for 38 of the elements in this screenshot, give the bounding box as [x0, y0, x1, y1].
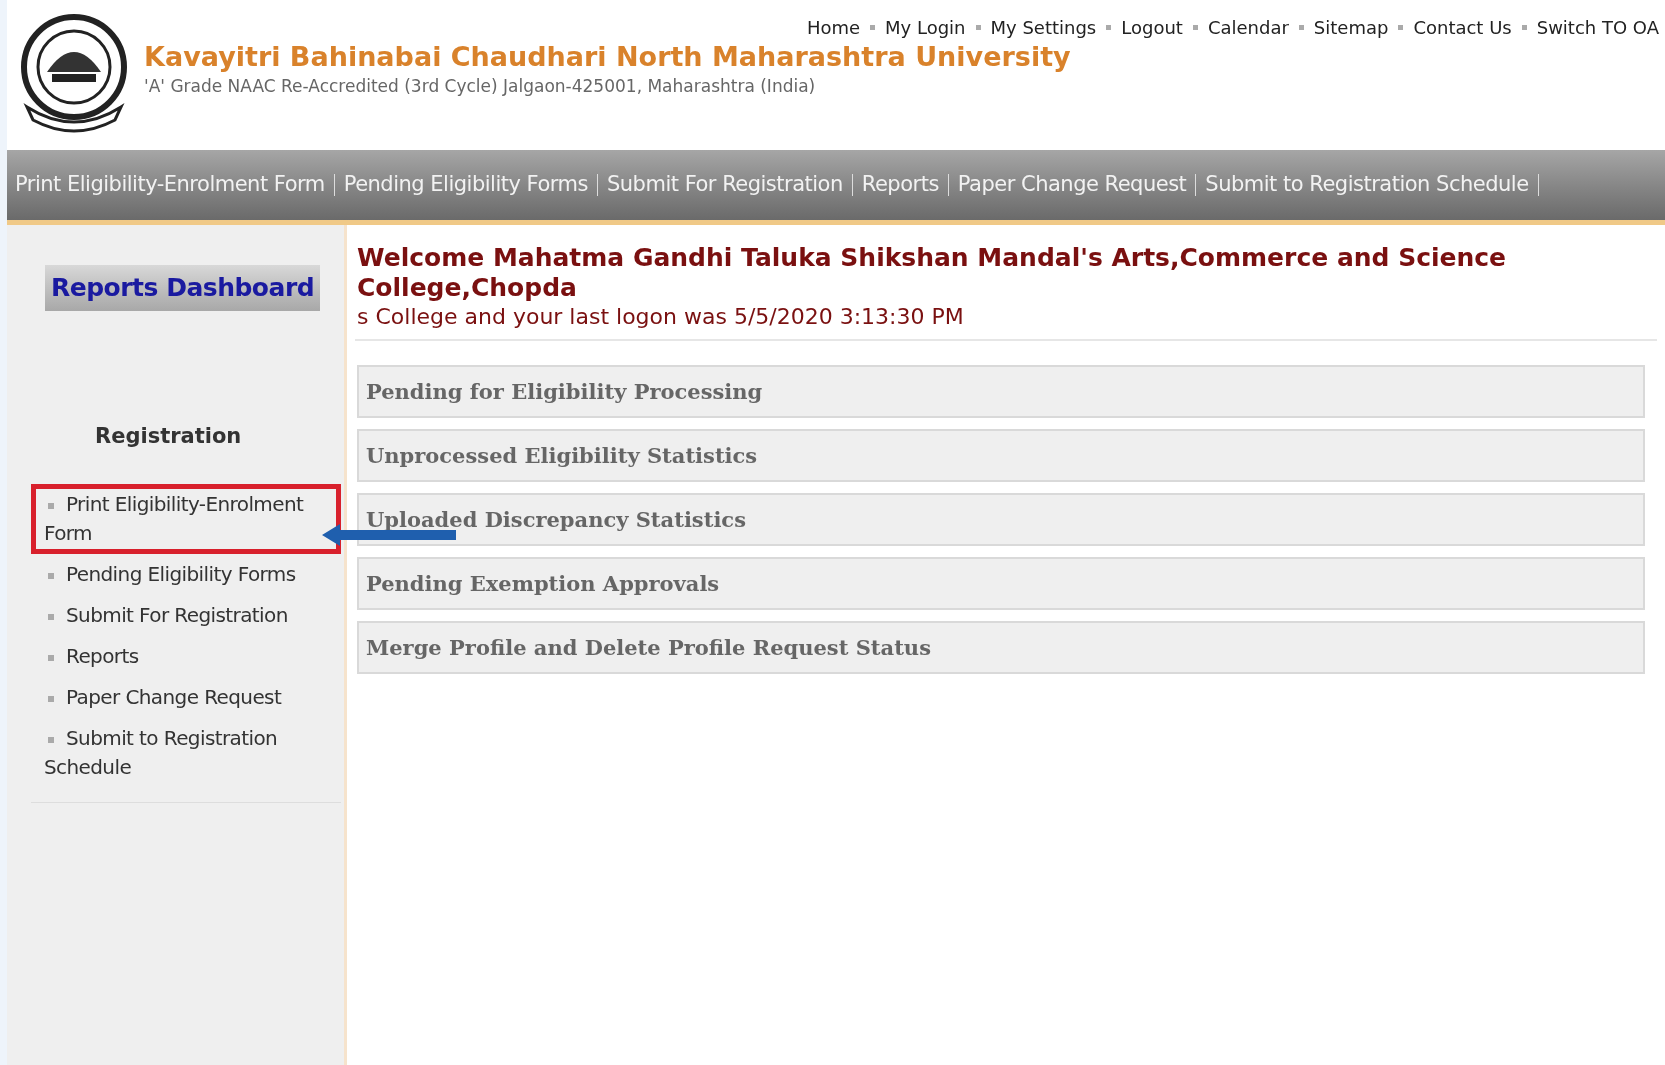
top-link[interactable]: My Login — [885, 14, 966, 41]
sidebar-link[interactable]: Pending Eligibility Forms — [31, 554, 341, 595]
bullet-icon — [870, 25, 876, 30]
report-panel[interactable]: Uploaded Discrepancy Statistics — [357, 493, 1645, 546]
sidebar-link[interactable]: Paper Change Request — [31, 677, 341, 718]
university-name: Kavayitri Bahinabai Chaudhari North Maharashtra University — [144, 40, 1071, 74]
top-link[interactable]: My Settings — [990, 14, 1097, 41]
top-link[interactable]: Switch TO OA — [1536, 14, 1659, 41]
section-heading: Registration — [95, 422, 243, 450]
last-logon-text: s College and your last logon was 5/5/2020 3:13:30 PM — [357, 303, 965, 331]
top-link[interactable]: Home — [806, 14, 861, 41]
bullet-icon — [1106, 25, 1112, 30]
bullet-icon — [1398, 25, 1404, 30]
welcome-heading: Welcome Mahatma Gandhi Taluka Shikshan Mandal's Arts,Commerce and Science College,Chopda — [357, 243, 1508, 303]
sidebar-link[interactable]: Submit For Registration — [31, 595, 341, 636]
bullet-icon — [48, 613, 54, 620]
bullet-icon — [48, 654, 54, 661]
top-link[interactable]: Logout — [1121, 14, 1183, 41]
report-panel[interactable]: Pending Exemption Approvals — [357, 557, 1645, 610]
sidebar-link[interactable]: Print Eligibility-Enrolment Form — [31, 484, 341, 554]
sidebar-link[interactable]: Submit to Registration Schedule — [31, 718, 341, 788]
sidebar-link[interactable]: Reports — [31, 636, 341, 677]
sidebar-title: Reports Dashboard — [45, 265, 321, 311]
bullet-icon — [48, 695, 54, 702]
bullet-icon — [975, 25, 981, 30]
report-panel[interactable]: Unprocessed Eligibility Statistics — [357, 429, 1645, 482]
report-panel[interactable]: Pending for Eligibility Processing — [357, 365, 1645, 418]
bullet-icon — [1521, 25, 1527, 30]
bullet-icon — [48, 502, 54, 509]
bullet-icon — [1192, 25, 1198, 30]
report-panel[interactable]: Merge Profile and Delete Profile Request Status — [357, 621, 1645, 674]
top-link[interactable]: Sitemap — [1313, 14, 1389, 41]
top-link[interactable]: Calendar — [1207, 14, 1289, 41]
university-subtitle: 'A' Grade NAAC Re-Accredited (3rd Cycle) Jalgaon-425001, Maharashtra (India) — [144, 75, 817, 98]
bullet-icon — [48, 572, 54, 579]
bullet-icon — [1298, 25, 1304, 30]
top-link[interactable]: Contact Us — [1413, 14, 1512, 41]
bullet-icon — [48, 736, 54, 743]
